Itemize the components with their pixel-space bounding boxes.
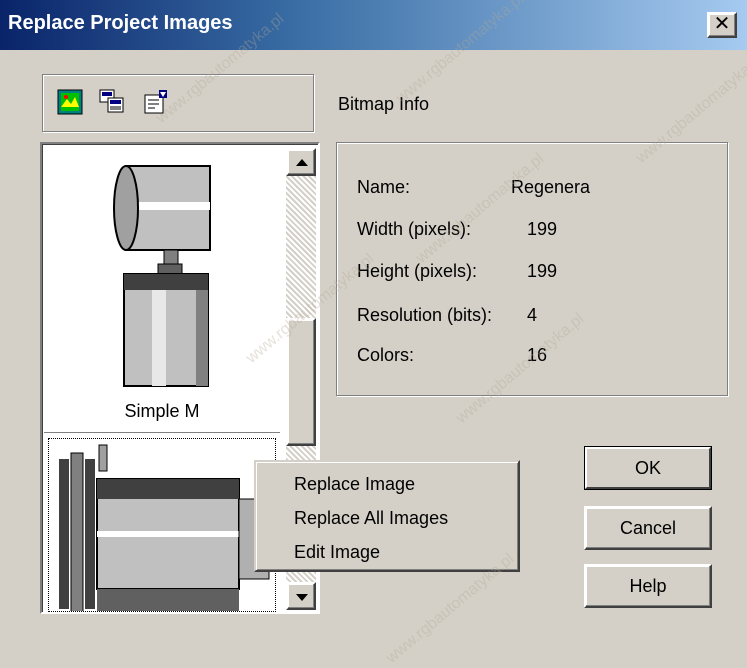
properties-icon[interactable]: [143, 89, 169, 115]
motor-image-thumbnail: [113, 165, 211, 387]
image-item-label: Simple M: [124, 401, 200, 421]
scroll-up-button[interactable]: [286, 148, 316, 176]
help-button-label: Help: [629, 575, 667, 596]
ok-button[interactable]: OK: [584, 446, 712, 490]
info-colors-value: 16: [527, 345, 548, 365]
pump-image-thumbnail: [59, 444, 270, 611]
close-icon: ✕: [713, 13, 731, 35]
scroll-thumb[interactable]: [286, 318, 316, 446]
help-button[interactable]: Help: [584, 564, 712, 608]
cancel-button-label: Cancel: [619, 517, 677, 538]
menu-item-edit-image[interactable]: Edit Image: [258, 536, 516, 568]
arrow-down-icon: [296, 594, 308, 601]
replace-image-icon[interactable]: [57, 89, 83, 115]
info-resolution-value: 4: [527, 305, 538, 325]
scroll-down-button[interactable]: [286, 582, 316, 610]
window-title: Replace Project Images: [8, 12, 233, 34]
toolbar: [42, 74, 314, 132]
info-width-label: Width (pixels):: [357, 219, 472, 239]
info-name-value: Regenera: [511, 177, 591, 197]
menu-item-replace-all-images[interactable]: Replace All Images: [258, 502, 516, 534]
info-height-label: Height (pixels):: [357, 261, 478, 281]
info-name-label: Name:: [357, 177, 411, 197]
info-colors-label: Colors:: [357, 345, 415, 365]
arrow-up-icon: [296, 159, 308, 166]
title-bar[interactable]: Replace Project Images ✕: [0, 0, 747, 50]
info-height-value: 199: [527, 261, 558, 281]
bitmap-info-panel: Name: Regenera Width (pixels): 199 Heigh…: [336, 142, 728, 396]
cancel-button[interactable]: Cancel: [584, 506, 712, 550]
info-resolution-label: Resolution (bits):: [357, 305, 493, 325]
image-list-item[interactable]: Simple M: [44, 146, 280, 433]
replace-all-icon[interactable]: [99, 89, 125, 115]
ok-button-label: OK: [634, 457, 661, 478]
close-button[interactable]: ✕: [707, 12, 737, 38]
info-width-value: 199: [527, 219, 558, 239]
menu-item-replace-image[interactable]: Replace Image: [258, 468, 516, 500]
image-list-item-selected[interactable]: [48, 438, 276, 612]
context-menu: Replace Image Replace All Images Edit Im…: [254, 460, 520, 572]
bitmap-info-label: Bitmap Info: [338, 94, 430, 114]
